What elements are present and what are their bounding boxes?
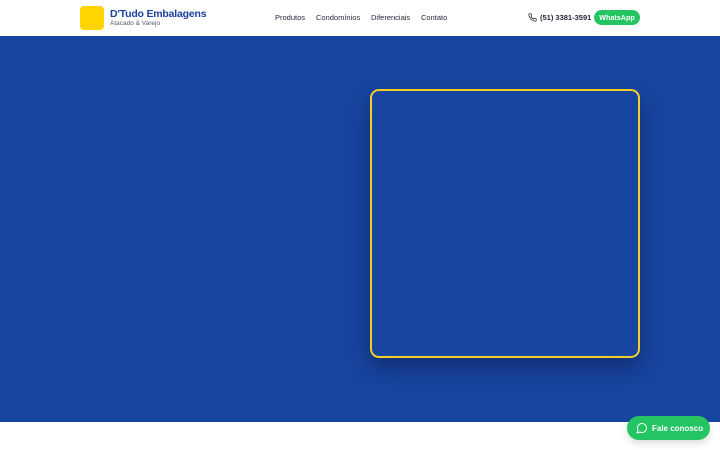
whatsapp-button[interactable]: WhatsApp [594,10,640,25]
content-section [0,422,720,450]
hero-section [0,36,720,422]
hero-image-frame [370,89,640,358]
fale-conosco-button[interactable]: Fale conosco [627,416,710,440]
phone-link[interactable]: (51) 3381-3591 [540,13,591,22]
fale-conosco-label: Fale conosco [652,423,704,433]
site-header: D'Tudo Embalagens Atacado & Varejo Produ… [0,0,720,36]
nav-item-contato[interactable]: Contato [421,13,447,22]
phone-icon [528,13,537,22]
chat-bubble-icon [636,423,647,434]
nav-item-diferenciais[interactable]: Diferenciais [371,13,410,22]
nav-item-condominios[interactable]: Condomínios [316,13,360,22]
nav-item-produtos[interactable]: Produtos [275,13,305,22]
